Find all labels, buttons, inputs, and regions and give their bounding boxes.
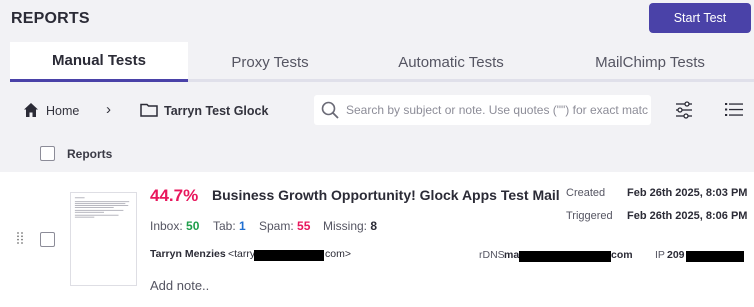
created-label: Created <box>566 187 606 199</box>
search-box <box>314 95 651 125</box>
select-all-checkbox[interactable] <box>40 146 55 161</box>
list-view-icon[interactable] <box>725 102 743 117</box>
deliverability-score: 44.7% <box>150 186 199 205</box>
missing-count: 8 <box>370 219 378 233</box>
sender-name: Tarryn Menzies <box>150 248 226 260</box>
folder-icon <box>140 103 158 117</box>
add-note-link[interactable]: Add note.. <box>150 278 209 293</box>
filter-sliders-icon[interactable] <box>674 101 694 119</box>
sender-email-start: <tarry <box>228 248 256 260</box>
drag-handle-icon[interactable] <box>17 232 23 244</box>
inbox-stat: Inbox: 50 <box>150 219 199 233</box>
rdns-end: com <box>611 249 633 261</box>
ip-start: 209 <box>667 249 685 261</box>
redaction-bar <box>254 250 324 261</box>
email-preview-thumbnail[interactable] <box>70 192 137 286</box>
tab-label: Tab: <box>213 219 236 233</box>
spam-count: 55 <box>297 219 311 233</box>
rdns-label: rDNS <box>479 249 505 261</box>
page-title: REPORTS <box>11 10 90 27</box>
ip-label: IP <box>655 249 665 261</box>
start-test-button[interactable]: Start Test <box>649 3 751 33</box>
tab-proxy-tests[interactable]: Proxy Tests <box>188 42 352 82</box>
spam-stat: Spam: 55 <box>259 219 310 233</box>
created-date: Feb 26th 2025, 8:03 PM <box>627 187 748 199</box>
search-input[interactable] <box>346 103 651 117</box>
inbox-count: 50 <box>186 219 200 233</box>
redaction-bar <box>686 251 744 262</box>
tab-bar: Manual Tests Proxy Tests Automatic Tests… <box>10 42 754 82</box>
redaction-bar <box>519 251 611 262</box>
inbox-label: Inbox: <box>150 219 183 233</box>
tab-manual-tests[interactable]: Manual Tests <box>10 42 188 82</box>
report-subject[interactable]: Business Growth Opportunity! Glock Apps … <box>212 187 560 203</box>
tab-mailchimp-tests[interactable]: MailChimp Tests <box>550 42 750 82</box>
chevron-right-icon: › <box>106 101 111 118</box>
report-row-checkbox[interactable] <box>40 232 55 247</box>
tab-stat: Tab: 1 <box>213 219 246 233</box>
search-icon[interactable] <box>320 100 340 120</box>
spam-label: Spam: <box>259 219 294 233</box>
breadcrumb-home[interactable]: Home <box>46 104 79 118</box>
tab-count: 1 <box>239 219 246 233</box>
missing-label: Missing: <box>323 219 368 233</box>
sender-email-end: com> <box>325 248 351 260</box>
tab-automatic-tests[interactable]: Automatic Tests <box>352 42 550 82</box>
rdns-start: ma <box>504 249 520 261</box>
triggered-date: Feb 26th 2025, 8:06 PM <box>627 210 748 222</box>
home-icon[interactable] <box>23 102 39 118</box>
triggered-label: Triggered <box>566 210 613 222</box>
breadcrumb-folder[interactable]: Tarryn Test Glock <box>164 104 268 118</box>
reports-header-label: Reports <box>67 147 113 161</box>
missing-stat: Missing: 8 <box>323 219 377 233</box>
